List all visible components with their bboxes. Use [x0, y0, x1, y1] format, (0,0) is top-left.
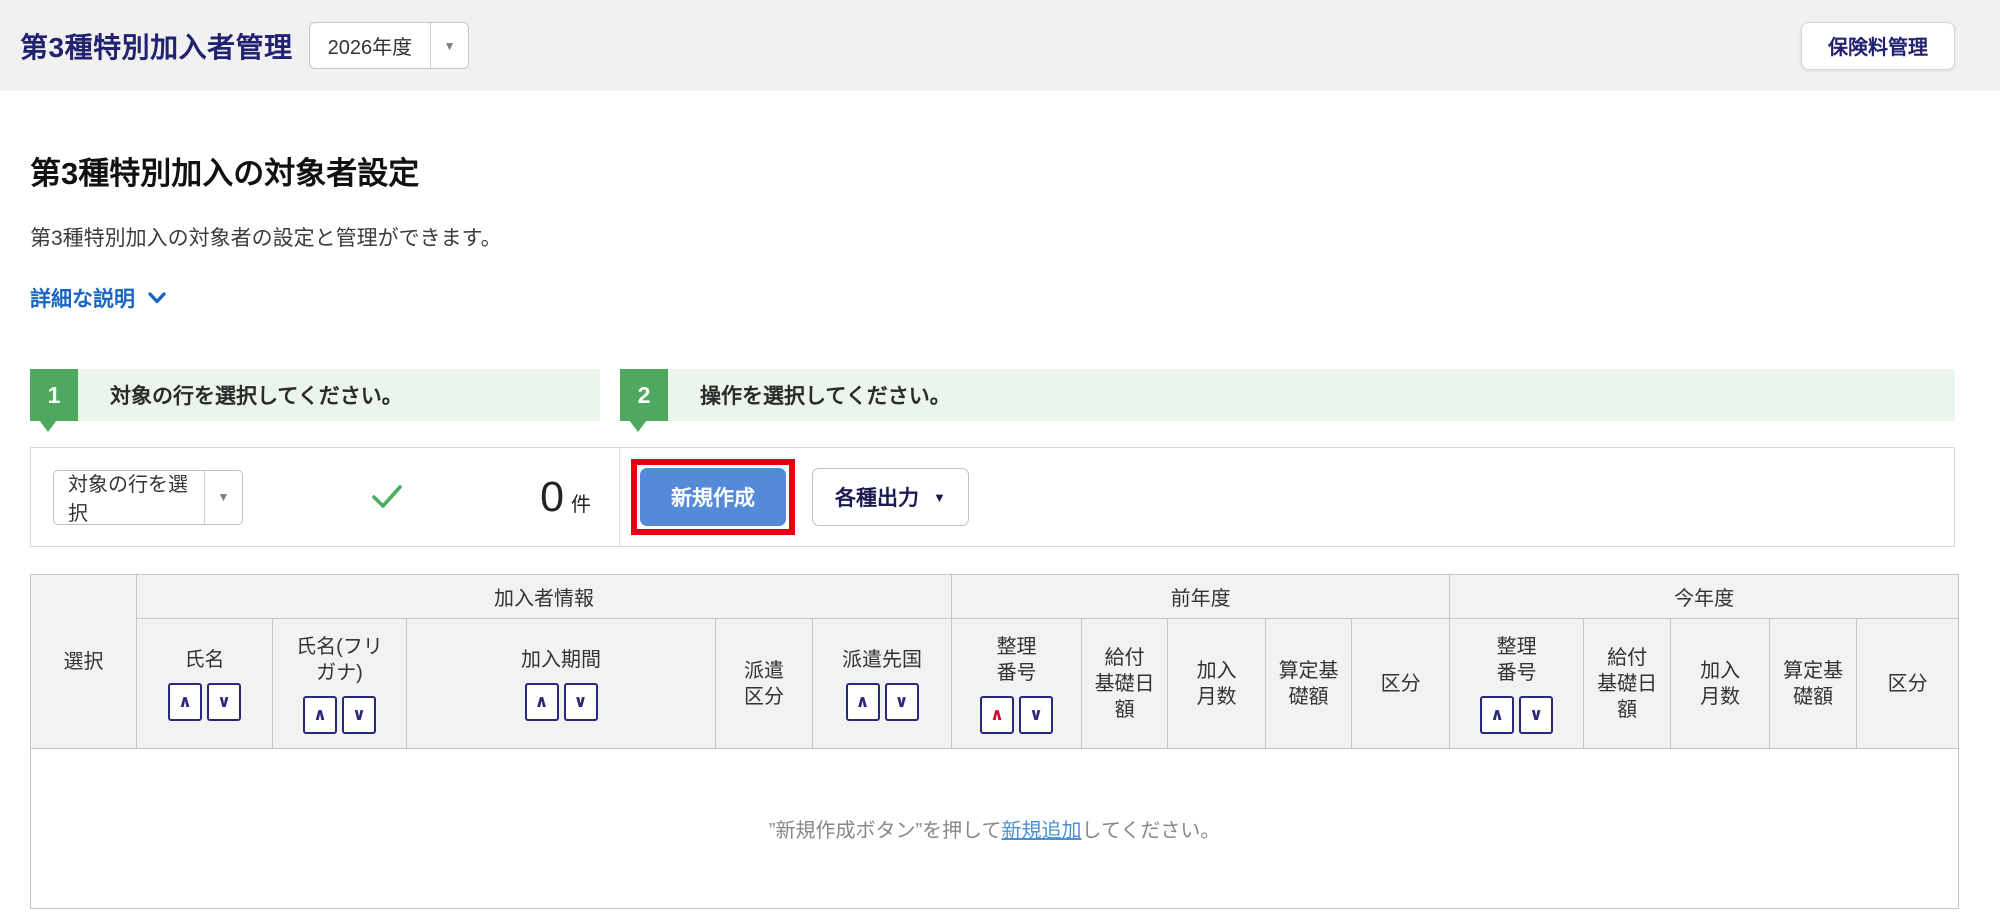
detail-link-label: 詳細な説明: [30, 288, 135, 311]
sort-desc-button[interactable]: ∨: [207, 682, 241, 721]
detail-toggle-link[interactable]: 詳細な説明: [30, 283, 166, 313]
sort-asc-button[interactable]: ∧: [1480, 695, 1515, 734]
sort-asc-button[interactable]: ∧: [845, 682, 880, 721]
export-menu-button[interactable]: 各種出力 ▼: [812, 468, 969, 526]
participants-table-wrap: 選択 加入者情報 前年度 今年度 氏名 ∧ ∨ 氏名(フリ ガナ) ∧ ∨ 加入…: [29, 574, 1960, 909]
toolbar-selection-zone: 対象の行を選択 ▼ 0 件: [31, 448, 619, 546]
header-prev-category: 区分: [1351, 618, 1451, 749]
sort-asc-button-active[interactable]: ∧: [980, 695, 1015, 734]
sort-asc-button[interactable]: ∧: [168, 682, 202, 721]
caret-down-icon: ▼: [430, 23, 468, 68]
header-name-kana: 氏名(フリ ガナ) ∧ ∨: [272, 618, 407, 749]
header-select: 選択: [30, 574, 137, 749]
fiscal-year-value: 2026年度: [327, 37, 413, 59]
step-2-text: 操作を選択してください。: [700, 385, 951, 408]
empty-message-prefix: ”新規作成ボタン”を押して: [768, 820, 1002, 842]
annotation-highlight-box: 新規作成: [631, 459, 795, 535]
step-2-banner: 2 操作を選択してください。: [620, 369, 1955, 432]
export-button-label: 各種出力: [835, 487, 919, 510]
header-group-member-info: 加入者情報: [135, 574, 953, 619]
header-enrollment-period: 加入期間 ∧ ∨: [406, 618, 716, 749]
participants-table: 選択 加入者情報 前年度 今年度 氏名 ∧ ∨ 氏名(フリ ガナ) ∧ ∨ 加入…: [29, 574, 1960, 909]
sort-desc-button[interactable]: ∨: [1519, 695, 1554, 734]
selected-count-value: 0: [540, 472, 564, 521]
page-description: 第3種特別加入の対象者の設定と管理ができます。: [30, 227, 502, 250]
selected-count: 0 件: [540, 473, 591, 522]
create-new-link[interactable]: 新規追加: [1002, 820, 1082, 842]
header-prev-reference-number: 整理 番号 ∧ ∨: [951, 618, 1083, 749]
sort-asc-button[interactable]: ∧: [303, 695, 337, 734]
empty-state-message: ”新規作成ボタン”を押して新規追加してください。: [769, 820, 1221, 842]
premium-management-button[interactable]: 保険料管理: [1801, 21, 1955, 70]
header-group-previous-year: 前年度: [951, 574, 1451, 619]
empty-message-suffix: してください。: [1081, 820, 1221, 842]
header-curr-reference-number: 整理 番号 ∧ ∨: [1449, 618, 1585, 749]
main-content: 第3種特別加入の対象者設定 第3種特別加入の対象者の設定と管理ができます。 詳細…: [0, 148, 2000, 909]
header-name: 氏名 ∧ ∨: [136, 618, 273, 749]
row-select-dropdown[interactable]: 対象の行を選択 ▼: [53, 469, 243, 525]
create-new-button[interactable]: 新規作成: [640, 468, 786, 526]
step-1-banner: 1 対象の行を選択してください。: [30, 369, 600, 432]
app-title: 第3種特別加入者管理: [20, 31, 293, 63]
header-curr-benefit-base-daily: 給付 基礎日額: [1583, 618, 1672, 749]
caret-down-icon: ▼: [204, 470, 242, 524]
sort-desc-button[interactable]: ∨: [342, 695, 376, 734]
row-select-value: 対象の行を選択: [68, 474, 188, 525]
toolbar-action-zone: 新規作成 各種出力 ▼: [620, 459, 969, 535]
header-curr-category: 区分: [1856, 618, 1960, 749]
top-header-band: 第3種特別加入者管理 2026年度 ▼ 保険料管理: [0, 0, 2000, 91]
action-toolbar: 対象の行を選択 ▼ 0 件 新規作成 各種出力 ▼: [30, 447, 1955, 547]
step-1-text: 対象の行を選択してください。: [110, 385, 403, 408]
empty-state-cell: ”新規作成ボタン”を押して新規追加してください。: [29, 748, 1960, 909]
header-curr-calculation-base: 算定基 礎額: [1769, 618, 1858, 749]
chevron-down-icon: [148, 292, 166, 304]
step-banners: 1 対象の行を選択してください。 2 操作を選択してください。: [30, 369, 1955, 432]
sort-asc-button[interactable]: ∧: [524, 682, 559, 721]
step-2-badge: 2: [620, 369, 668, 432]
header-dispatch-country: 派遣先国 ∧ ∨: [811, 618, 953, 749]
header-prev-enrollment-months: 加入 月数: [1167, 618, 1267, 749]
header-curr-enrollment-months: 加入 月数: [1670, 618, 1771, 749]
header-prev-benefit-base-daily: 給付 基礎日額: [1081, 618, 1169, 749]
page-title: 第3種特別加入の対象者設定: [30, 156, 420, 191]
checkmark-icon: [371, 484, 403, 510]
fiscal-year-select[interactable]: 2026年度 ▼: [308, 22, 470, 69]
empty-row: ”新規作成ボタン”を押して新規追加してください。: [29, 748, 1960, 909]
caret-down-icon: ▼: [933, 489, 946, 505]
selected-count-unit: 件: [571, 493, 591, 516]
sort-desc-button[interactable]: ∨: [563, 682, 598, 721]
sort-desc-button[interactable]: ∨: [1019, 695, 1054, 734]
sort-desc-button[interactable]: ∨: [884, 682, 919, 721]
header-dispatch-category: 派遣 区分: [715, 618, 813, 749]
header-group-current-year: 今年度: [1449, 574, 1960, 619]
step-1-badge: 1: [30, 369, 78, 432]
header-prev-calculation-base: 算定基 礎額: [1265, 618, 1353, 749]
